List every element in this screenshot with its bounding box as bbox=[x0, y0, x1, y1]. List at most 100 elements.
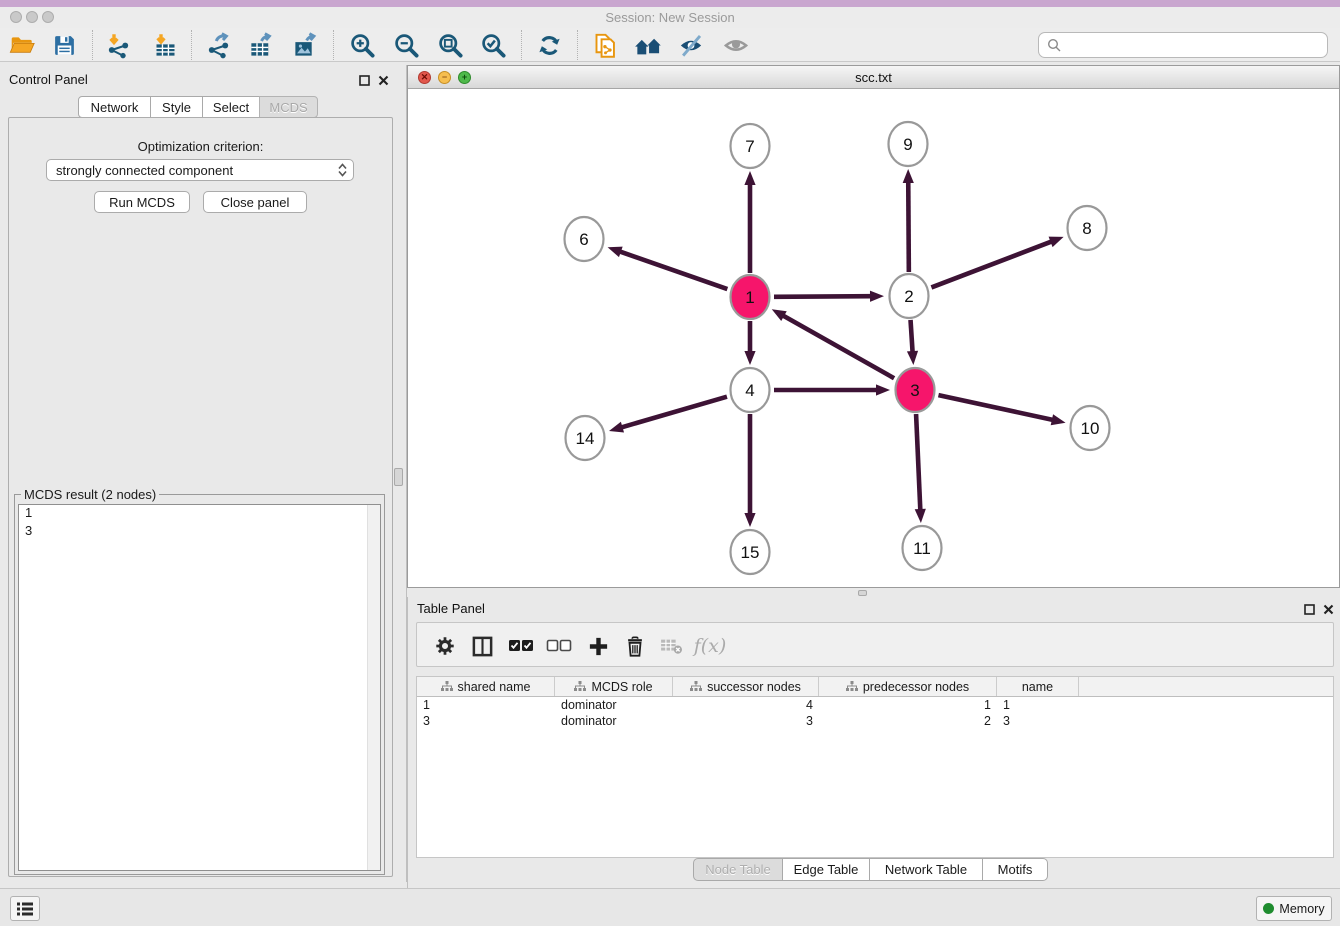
cell-predecessor-nodes[interactable]: 1 bbox=[819, 697, 997, 713]
horizontal-splitter-handle[interactable] bbox=[858, 590, 867, 596]
zoom-in-button[interactable] bbox=[347, 30, 377, 60]
delete-table-button[interactable] bbox=[657, 631, 687, 661]
zoom-fit-button[interactable] bbox=[435, 30, 465, 60]
import-table-button[interactable] bbox=[150, 30, 180, 60]
function-builder-button[interactable]: f(x) bbox=[695, 631, 725, 661]
table-tab-edge-table[interactable]: Edge Table bbox=[782, 858, 870, 881]
column-header-label: predecessor nodes bbox=[863, 680, 969, 694]
criterion-select[interactable]: strongly connected component bbox=[46, 159, 354, 181]
cell-successor-nodes[interactable]: 3 bbox=[673, 713, 819, 729]
cell-shared-name[interactable]: 3 bbox=[417, 713, 555, 729]
tab-mcds[interactable]: MCDS bbox=[259, 96, 318, 118]
add-column-button[interactable] bbox=[583, 631, 613, 661]
float-table-panel-button[interactable] bbox=[1302, 602, 1316, 616]
table-row[interactable]: 1dominator411 bbox=[417, 697, 1333, 713]
table-tab-motifs[interactable]: Motifs bbox=[982, 858, 1048, 881]
import-network-button[interactable] bbox=[103, 30, 133, 60]
close-panel-button[interactable] bbox=[376, 73, 390, 87]
first-neighbors-button[interactable] bbox=[633, 30, 663, 60]
tab-select[interactable]: Select bbox=[202, 96, 260, 118]
graph-edge-arrowhead bbox=[744, 513, 755, 527]
graph-node-label: 2 bbox=[904, 287, 913, 306]
graph-node-label: 8 bbox=[1082, 219, 1091, 238]
mcds-result-textarea[interactable]: 1 3 bbox=[18, 504, 381, 871]
criterion-selected-value: strongly connected component bbox=[56, 163, 338, 178]
cell-name[interactable]: 3 bbox=[997, 713, 1079, 729]
search-input[interactable] bbox=[1066, 38, 1319, 53]
tab-network[interactable]: Network bbox=[78, 96, 151, 118]
network-canvas[interactable]: 1234678910111415 bbox=[408, 89, 1339, 587]
graph-edge-3-11[interactable] bbox=[916, 414, 920, 511]
tab-style[interactable]: Style bbox=[150, 96, 203, 118]
show-panel-list-button[interactable] bbox=[10, 896, 40, 921]
zoom-in-icon bbox=[349, 32, 376, 59]
column-header-MCDS-role[interactable]: MCDS role bbox=[555, 677, 673, 696]
cell-MCDS-role[interactable]: dominator bbox=[555, 713, 673, 729]
node-table[interactable]: shared nameMCDS rolesuccessor nodes prede… bbox=[416, 676, 1334, 858]
table-tab-node-table[interactable]: Node Table bbox=[693, 858, 783, 881]
delete-column-button[interactable] bbox=[620, 631, 650, 661]
network-view-frame: ✕ − + scc.txt 1234678910111415 bbox=[407, 65, 1340, 588]
graph-node-label: 11 bbox=[913, 539, 931, 558]
column-header-filler bbox=[1079, 677, 1333, 696]
new-network-from-selection-button[interactable] bbox=[590, 30, 620, 60]
column-header-shared-name[interactable]: shared name bbox=[417, 677, 555, 696]
zoom-selected-button[interactable] bbox=[478, 30, 508, 60]
column-header-successor-nodes[interactable]: successor nodes bbox=[673, 677, 819, 696]
close-table-panel-button[interactable] bbox=[1321, 602, 1335, 616]
zoom-out-button[interactable] bbox=[391, 30, 421, 60]
memory-button[interactable]: Memory bbox=[1256, 896, 1332, 921]
two-columns-icon bbox=[471, 635, 494, 658]
deselect-all-columns-button[interactable] bbox=[544, 631, 574, 661]
gear-icon bbox=[434, 635, 456, 657]
graph-node-label: 1 bbox=[745, 288, 754, 307]
graph-edge-1-6[interactable] bbox=[619, 251, 727, 289]
export-image-button[interactable] bbox=[290, 30, 320, 60]
cell-predecessor-nodes[interactable]: 2 bbox=[819, 713, 997, 729]
graph-edge-1-2[interactable] bbox=[774, 296, 872, 297]
graph-edge-3-10[interactable] bbox=[938, 395, 1053, 420]
split-panel-button[interactable] bbox=[467, 631, 497, 661]
open-session-button[interactable] bbox=[7, 30, 37, 60]
table-row[interactable]: 3dominator323 bbox=[417, 713, 1333, 729]
search-field[interactable] bbox=[1038, 32, 1328, 58]
graph-edge-3-1[interactable] bbox=[782, 315, 894, 378]
column-header-label: name bbox=[1022, 680, 1053, 694]
cell-MCDS-role[interactable]: dominator bbox=[555, 697, 673, 713]
column-settings-button[interactable] bbox=[430, 631, 460, 661]
column-header-predecessor-nodes[interactable]: predecessor nodes bbox=[819, 677, 997, 696]
graph-edge-2-8[interactable] bbox=[931, 241, 1052, 287]
network-frame-titlebar[interactable]: ✕ − + scc.txt bbox=[408, 66, 1339, 89]
apply-layout-button[interactable] bbox=[534, 30, 564, 60]
cell-shared-name[interactable]: 1 bbox=[417, 697, 555, 713]
copy-network-icon bbox=[592, 32, 619, 59]
show-all-button[interactable] bbox=[721, 30, 751, 60]
float-panel-button[interactable] bbox=[357, 73, 371, 87]
table-tab-network-table[interactable]: Network Table bbox=[869, 858, 983, 881]
control-panel-tabs: Network Style Select MCDS bbox=[78, 96, 318, 118]
save-session-button[interactable] bbox=[49, 30, 79, 60]
export-network-button[interactable] bbox=[203, 30, 233, 60]
status-bar: Memory bbox=[0, 888, 1340, 926]
graph-edge-2-9[interactable] bbox=[908, 181, 909, 272]
attribute-icon bbox=[846, 681, 858, 692]
result-scrollbar[interactable] bbox=[367, 505, 380, 870]
graph-edge-4-14[interactable] bbox=[621, 397, 727, 428]
column-header-name[interactable]: name bbox=[997, 677, 1079, 696]
horizontal-splitter[interactable] bbox=[407, 588, 1340, 597]
graph-edge-arrowhead bbox=[608, 247, 623, 258]
run-mcds-button[interactable]: Run MCDS bbox=[94, 191, 190, 213]
network-graph[interactable]: 1234678910111415 bbox=[408, 89, 1339, 587]
cell-name[interactable]: 1 bbox=[997, 697, 1079, 713]
zoom-out-icon bbox=[393, 32, 420, 59]
graph-edge-2-3[interactable] bbox=[911, 320, 913, 353]
hide-selected-button[interactable] bbox=[676, 30, 706, 60]
graph-node-label: 4 bbox=[745, 381, 754, 400]
vertical-splitter-handle[interactable] bbox=[394, 468, 403, 486]
export-table-button[interactable] bbox=[246, 30, 276, 60]
cell-successor-nodes[interactable]: 4 bbox=[673, 697, 819, 713]
select-all-columns-button[interactable] bbox=[506, 631, 536, 661]
list-icon bbox=[17, 902, 33, 916]
close-panel-action-button[interactable]: Close panel bbox=[203, 191, 307, 213]
eye-icon bbox=[722, 32, 750, 59]
